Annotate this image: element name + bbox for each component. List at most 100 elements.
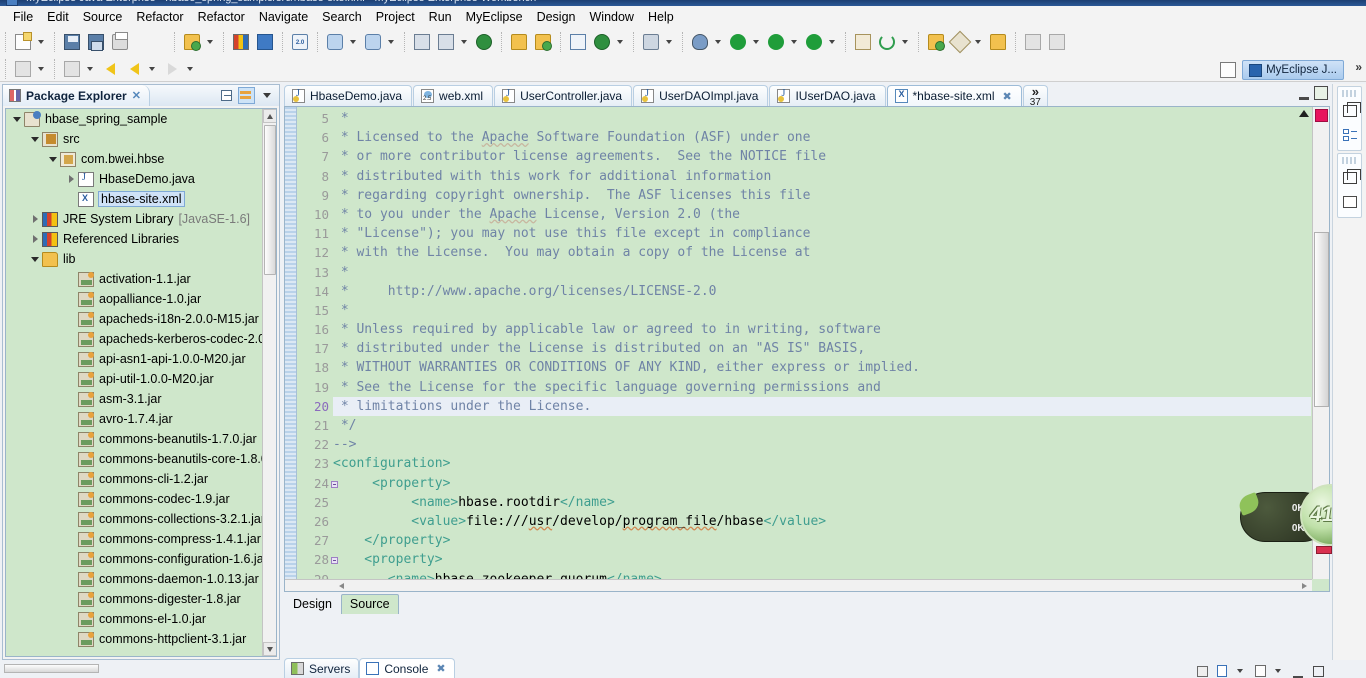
menu-window[interactable]: Window: [583, 8, 641, 26]
bottom-view-tab[interactable]: Console ✖: [359, 658, 455, 678]
new-wizard-dropdown[interactable]: [35, 31, 47, 53]
quick-search-button[interactable]: [948, 30, 972, 53]
close-icon[interactable]: ✖: [1003, 90, 1012, 103]
tree-item[interactable]: commons-httpclient-3.1.jar: [6, 629, 262, 649]
tree-twisty-closed[interactable]: [28, 229, 42, 249]
tree-item[interactable]: commons-codec-1.9.jar: [6, 489, 262, 509]
tree-item[interactable]: hbase_spring_sample: [6, 109, 262, 129]
menu-help[interactable]: Help: [641, 8, 681, 26]
next-annotation-button[interactable]: [12, 58, 34, 80]
scroll-thumb[interactable]: [1314, 232, 1329, 407]
tree-item[interactable]: aopalliance-1.0.jar: [6, 289, 262, 309]
tree-item[interactable]: apacheds-i18n-2.0.0-M15.jar: [6, 309, 262, 329]
pin-editor-button[interactable]: [1022, 31, 1044, 53]
outline-view-button[interactable]: [1338, 124, 1362, 146]
tree-item[interactable]: commons-digester-1.8.jar: [6, 589, 262, 609]
tree-item[interactable]: hbase-site.xml: [6, 189, 262, 209]
new-interface-button[interactable]: [362, 31, 384, 53]
toggle-mark-button[interactable]: [1046, 31, 1068, 53]
tree-twisty-closed[interactable]: [28, 209, 42, 229]
scroll-up-button[interactable]: [263, 109, 276, 123]
open-resource-button[interactable]: [254, 31, 276, 53]
scroll-left-button[interactable]: [335, 580, 347, 591]
drag-handle[interactable]: [1342, 90, 1357, 97]
editor-tab[interactable]: UserController.java: [494, 85, 633, 106]
open-task-button[interactable]: [987, 31, 1009, 53]
run-history-button[interactable]: [765, 31, 787, 53]
deploy-dropdown[interactable]: [204, 31, 216, 53]
tree-item[interactable]: commons-beanutils-1.7.0.jar: [6, 429, 262, 449]
forward-dropdown[interactable]: [184, 58, 196, 80]
back-dropdown[interactable]: [146, 58, 158, 80]
drag-handle[interactable]: [1342, 157, 1357, 164]
run-server-dropdown[interactable]: [458, 31, 470, 53]
snapshot-dropdown[interactable]: [663, 31, 675, 53]
project-tree[interactable]: hbase_spring_samplesrccom.bwei.hbse Hbase…: [5, 108, 277, 657]
menu-design[interactable]: Design: [530, 8, 583, 26]
close-icon[interactable]: ✕: [132, 89, 141, 102]
tree-vertical-scrollbar[interactable]: [262, 109, 276, 656]
tab-package-explorer[interactable]: Package Explorer ✕: [3, 85, 150, 106]
maximize-view-button[interactable]: [1310, 664, 1326, 678]
back-button[interactable]: [123, 58, 145, 80]
page-tab-design[interactable]: Design: [284, 594, 341, 614]
tree-item[interactable]: HbaseDemo.java: [6, 169, 262, 189]
tree-item[interactable]: lib: [6, 249, 262, 269]
new-class-dropdown[interactable]: [347, 31, 359, 53]
scroll-down-button[interactable]: [263, 642, 276, 656]
tree-twisty-open[interactable]: [46, 149, 60, 169]
editor-vertical-scrollbar[interactable]: [1312, 107, 1329, 579]
tree-item[interactable]: Referenced Libraries: [6, 229, 262, 249]
tree-item[interactable]: commons-cli-1.2.jar: [6, 469, 262, 489]
menu-file[interactable]: File: [6, 8, 40, 26]
page-tab-source[interactable]: Source: [340, 594, 399, 614]
restore-view-button-1[interactable]: [1338, 100, 1362, 122]
browser-button[interactable]: [473, 31, 495, 53]
collapse-all-button[interactable]: [218, 87, 235, 104]
web20-button[interactable]: 2.0: [289, 31, 311, 53]
menu-refactor[interactable]: Refactor: [129, 8, 190, 26]
code-text[interactable]: * * Licensed to the Apache Software Foun…: [333, 107, 1311, 579]
tree-item[interactable]: com.bwei.hbse: [6, 149, 262, 169]
external-tools-dropdown[interactable]: [826, 31, 838, 53]
editor-tab[interactable]: web.xml: [413, 85, 494, 106]
tree-item[interactable]: activation-1.1.jar: [6, 269, 262, 289]
new-class-button[interactable]: [324, 31, 346, 53]
editor-tab-overflow[interactable]: » 37: [1022, 85, 1048, 107]
tree-item[interactable]: api-util-1.0.0-M20.jar: [6, 369, 262, 389]
run-dropdown[interactable]: [750, 31, 762, 53]
new-wizard-button[interactable]: [12, 31, 34, 53]
perspective-myeclipse-java[interactable]: MyEclipse J...: [1242, 60, 1344, 80]
scroll-thumb[interactable]: [4, 664, 99, 673]
tree-twisty-open[interactable]: [28, 249, 42, 269]
menu-edit[interactable]: Edit: [40, 8, 76, 26]
menu-myeclipse[interactable]: MyEclipse: [459, 8, 530, 26]
tree-item[interactable]: api-asn1-api-1.0.0-M20.jar: [6, 349, 262, 369]
display-selected-console-button[interactable]: [1214, 664, 1230, 678]
tree-item[interactable]: commons-el-1.0.jar: [6, 609, 262, 629]
editor-tab[interactable]: IUserDAO.java: [769, 85, 886, 106]
quick-search-dropdown[interactable]: [972, 31, 984, 53]
tree-twisty-open[interactable]: [10, 109, 24, 129]
error-overview-marker[interactable]: [1315, 109, 1328, 122]
editor-tab[interactable]: HbaseDemo.java: [284, 85, 413, 106]
minimize-view-button[interactable]: [1290, 664, 1306, 678]
tree-item[interactable]: avro-1.7.4.jar: [6, 409, 262, 429]
menu-project[interactable]: Project: [369, 8, 422, 26]
db-explorer-button[interactable]: [230, 31, 252, 53]
tree-item[interactable]: apacheds-kerberos-codec-2.0: [6, 329, 262, 349]
scroll-right-button[interactable]: [1298, 580, 1310, 591]
run-button[interactable]: [727, 31, 749, 53]
web-browser-button[interactable]: [591, 31, 613, 53]
tree-item[interactable]: commons-beanutils-core-1.8.0: [6, 449, 262, 469]
close-icon[interactable]: ✖: [436, 662, 445, 675]
editor-tab[interactable]: *hbase-site.xml ✖: [886, 85, 1022, 106]
minimize-editor-button[interactable]: [1297, 86, 1311, 100]
tree-item[interactable]: src: [6, 129, 262, 149]
tree-item[interactable]: commons-compress-1.4.1.jar: [6, 529, 262, 549]
tree-horizontal-scrollbar[interactable]: [4, 664, 276, 675]
maximize-editor-button[interactable]: [1314, 86, 1328, 100]
menu-run[interactable]: Run: [422, 8, 459, 26]
restore-view-button-2[interactable]: [1338, 167, 1362, 189]
pin-console-button[interactable]: [1194, 664, 1210, 678]
